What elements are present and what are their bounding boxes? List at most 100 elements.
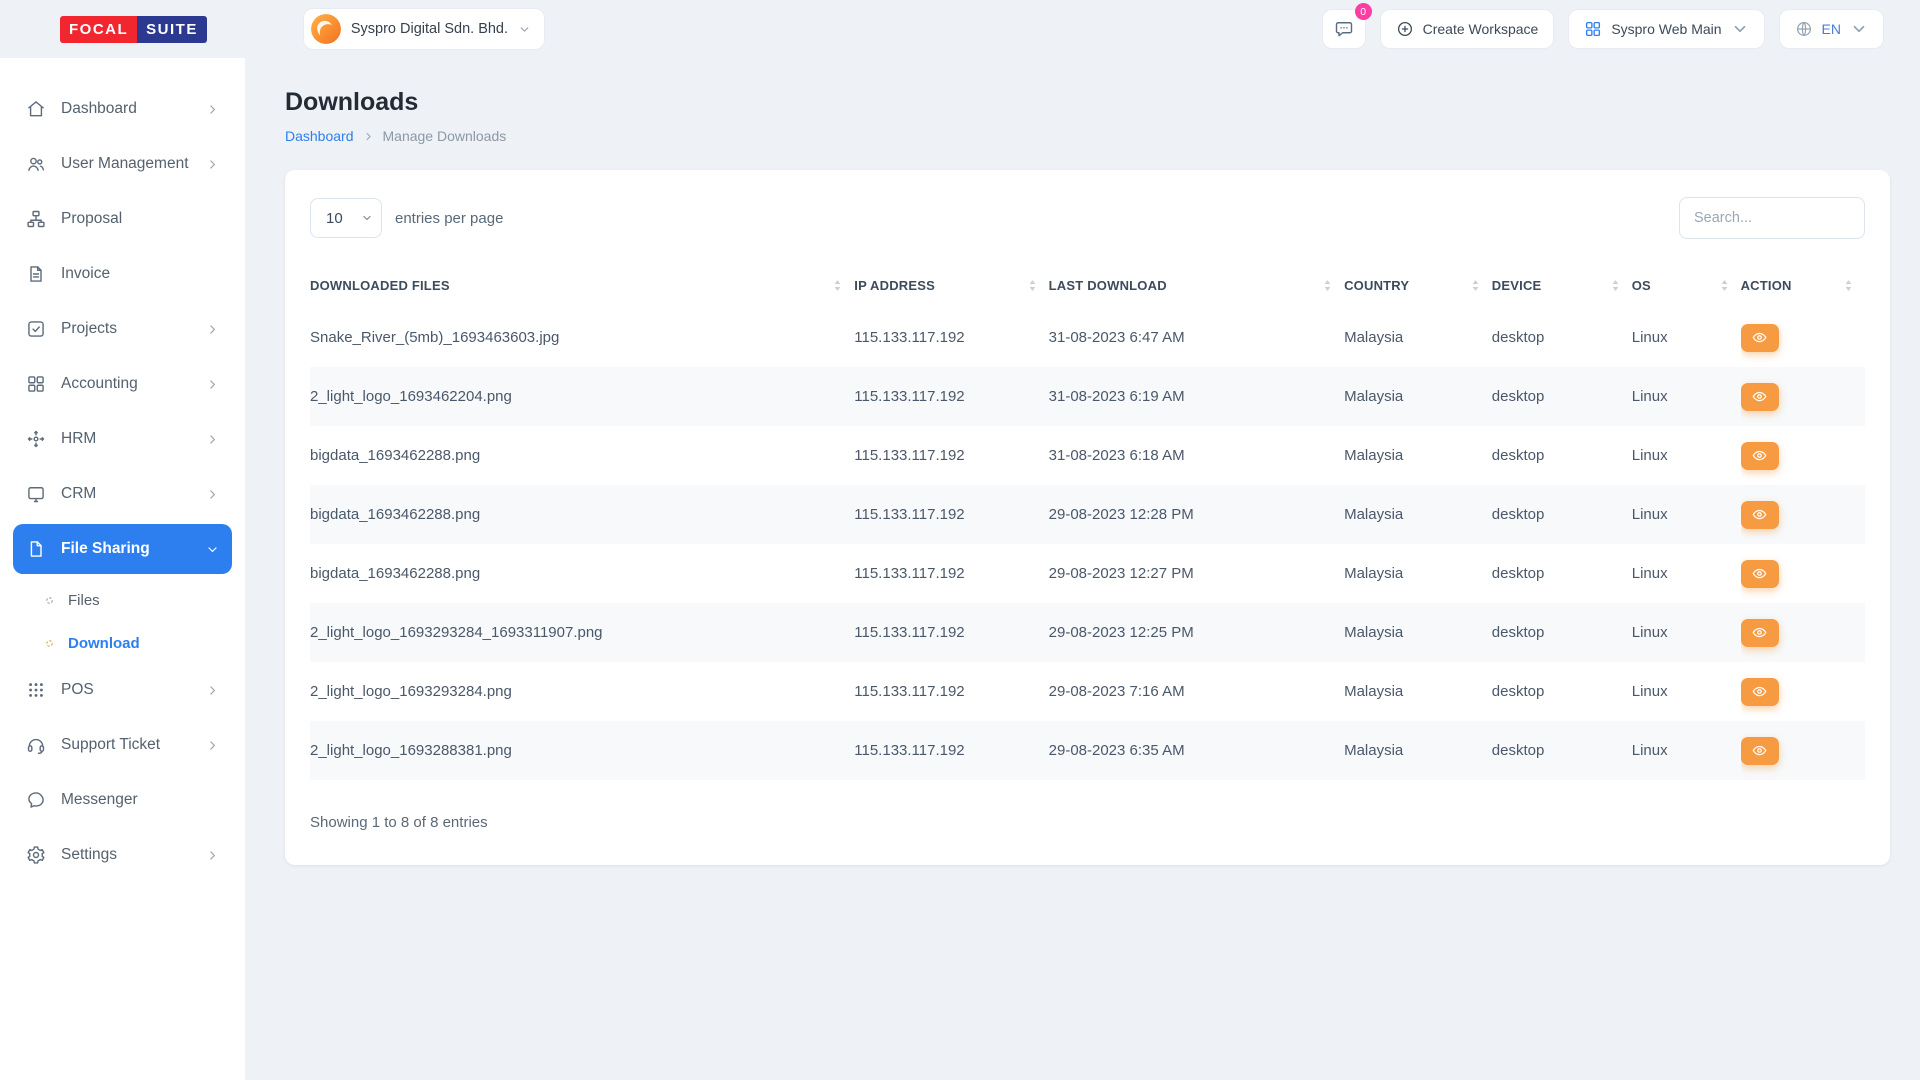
table-controls: 10 entries per page	[310, 197, 1865, 239]
sidebar-item-pos[interactable]: POS	[13, 665, 232, 715]
sidebar-subitem-label: Files	[68, 592, 100, 609]
sidebar-item-dashboard[interactable]: Dashboard	[13, 84, 232, 134]
column-header-country[interactable]: COUNTRY	[1344, 263, 1492, 308]
sidebar-subitem-files[interactable]: Files	[13, 579, 232, 622]
chat-button[interactable]: 0	[1322, 9, 1366, 49]
eye-icon	[1752, 625, 1767, 640]
grid-icon	[1584, 20, 1602, 38]
web-main-switcher[interactable]: Syspro Web Main	[1568, 9, 1764, 49]
chevron-down-icon	[206, 543, 219, 556]
cell-ip-address: 115.133.117.192	[854, 485, 1048, 544]
sidebar-item-settings[interactable]: Settings	[13, 830, 232, 880]
cell-action	[1741, 308, 1865, 367]
column-label: ACTION	[1741, 278, 1792, 293]
workspace-selector[interactable]: Syspro Digital Sdn. Bhd.	[303, 8, 545, 50]
cell-country: Malaysia	[1344, 662, 1492, 721]
column-header-action[interactable]: ACTION	[1741, 263, 1865, 308]
breadcrumb-current: Manage Downloads	[383, 128, 507, 144]
main-content: Downloads Dashboard Manage Downloads 10 …	[245, 58, 1920, 1080]
view-download-button[interactable]	[1741, 737, 1779, 765]
sidebar-item-proposal[interactable]: Proposal	[13, 194, 232, 244]
chevron-right-icon	[206, 103, 219, 116]
gear-icon	[26, 845, 46, 865]
breadcrumb-dashboard-link[interactable]: Dashboard	[285, 128, 354, 144]
topbar: FOCAL SUITE Syspro Digital Sdn. Bhd. 0 C…	[0, 0, 1920, 58]
chevron-down-icon	[1731, 20, 1749, 38]
view-download-button[interactable]	[1741, 619, 1779, 647]
cell-device: desktop	[1492, 662, 1632, 721]
column-header-os[interactable]: OS	[1632, 263, 1741, 308]
downloads-table-body: Snake_River_(5mb)_1693463603.jpg115.133.…	[310, 308, 1865, 780]
sidebar-item-label: Proposal	[61, 210, 219, 228]
sidebar-item-label: POS	[61, 681, 191, 699]
sidebar-item-label: Dashboard	[61, 100, 191, 118]
sidebar-item-file-sharing[interactable]: File Sharing	[13, 524, 232, 574]
sidebar-item-label: Messenger	[61, 791, 219, 809]
cell-os: Linux	[1632, 544, 1741, 603]
view-download-button[interactable]	[1741, 324, 1779, 352]
download-row: 2_light_logo_1693293284.png115.133.117.1…	[310, 662, 1865, 721]
cell-device: desktop	[1492, 721, 1632, 780]
view-download-button[interactable]	[1741, 560, 1779, 588]
create-workspace-button[interactable]: Create Workspace	[1380, 9, 1555, 49]
chevron-right-icon	[206, 158, 219, 171]
circle-icon	[44, 595, 55, 606]
cell-os: Linux	[1632, 721, 1741, 780]
create-workspace-label: Create Workspace	[1423, 21, 1539, 37]
cell-ip-address: 115.133.117.192	[854, 426, 1048, 485]
sidebar-item-invoice[interactable]: Invoice	[13, 249, 232, 299]
column-label: DEVICE	[1492, 278, 1542, 293]
cell-last-download: 29-08-2023 6:35 AM	[1049, 721, 1344, 780]
column-label: DOWNLOADED FILES	[310, 278, 450, 293]
language-selector[interactable]: EN	[1779, 9, 1884, 49]
column-header-downloaded-files[interactable]: DOWNLOADED FILES	[310, 263, 854, 308]
downloads-table: DOWNLOADED FILES IP ADDRESS LAST DOWNLOADC…	[310, 263, 1865, 780]
sidebar-item-hrm[interactable]: HRM	[13, 414, 232, 464]
search-input[interactable]	[1679, 197, 1865, 239]
column-label: IP ADDRESS	[854, 278, 935, 293]
table-footer-summary: Showing 1 to 8 of 8 entries	[310, 780, 1865, 843]
cell-action	[1741, 721, 1865, 780]
sidebar-item-messenger[interactable]: Messenger	[13, 775, 232, 825]
sidebar-subitem-download[interactable]: Download	[13, 622, 232, 665]
sidebar-item-accounting[interactable]: Accounting	[13, 359, 232, 409]
sidebar-item-label: CRM	[61, 485, 191, 503]
eye-icon	[1752, 389, 1767, 404]
column-header-ip-address[interactable]: IP ADDRESS	[854, 263, 1048, 308]
cell-country: Malaysia	[1344, 721, 1492, 780]
page-title: Downloads	[285, 88, 1890, 117]
column-label: OS	[1632, 278, 1651, 293]
cell-ip-address: 115.133.117.192	[854, 721, 1048, 780]
sidebar-item-user-management[interactable]: User Management	[13, 139, 232, 189]
view-download-button[interactable]	[1741, 501, 1779, 529]
sidebar-item-label: Invoice	[61, 265, 219, 283]
sidebar-item-crm[interactable]: CRM	[13, 469, 232, 519]
column-header-device[interactable]: DEVICE	[1492, 263, 1632, 308]
per-page-select[interactable]: 10	[310, 198, 382, 238]
headset-icon	[26, 735, 46, 755]
column-label: COUNTRY	[1344, 278, 1409, 293]
cell-action	[1741, 426, 1865, 485]
chat-badge: 0	[1355, 3, 1372, 20]
cell-os: Linux	[1632, 426, 1741, 485]
column-header-last-download[interactable]: LAST DOWNLOAD	[1049, 263, 1344, 308]
sidebar-item-projects[interactable]: Projects	[13, 304, 232, 354]
cell-os: Linux	[1632, 308, 1741, 367]
sidebar-item-label: File Sharing	[61, 540, 191, 558]
view-download-button[interactable]	[1741, 678, 1779, 706]
home-icon	[26, 99, 46, 119]
cell-device: desktop	[1492, 485, 1632, 544]
app-logo[interactable]: FOCAL SUITE	[60, 16, 207, 43]
cell-os: Linux	[1632, 603, 1741, 662]
view-download-button[interactable]	[1741, 383, 1779, 411]
dots-grid-icon	[26, 680, 46, 700]
chevron-right-icon	[206, 849, 219, 862]
entries-per-page-label: entries per page	[395, 210, 503, 227]
globe-icon	[1795, 20, 1813, 38]
download-row: bigdata_1693462288.png115.133.117.19229-…	[310, 544, 1865, 603]
view-download-button[interactable]	[1741, 442, 1779, 470]
download-row: 2_light_logo_1693288381.png115.133.117.1…	[310, 721, 1865, 780]
chevron-right-icon	[206, 739, 219, 752]
sidebar-item-support-ticket[interactable]: Support Ticket	[13, 720, 232, 770]
eye-icon	[1752, 566, 1767, 581]
